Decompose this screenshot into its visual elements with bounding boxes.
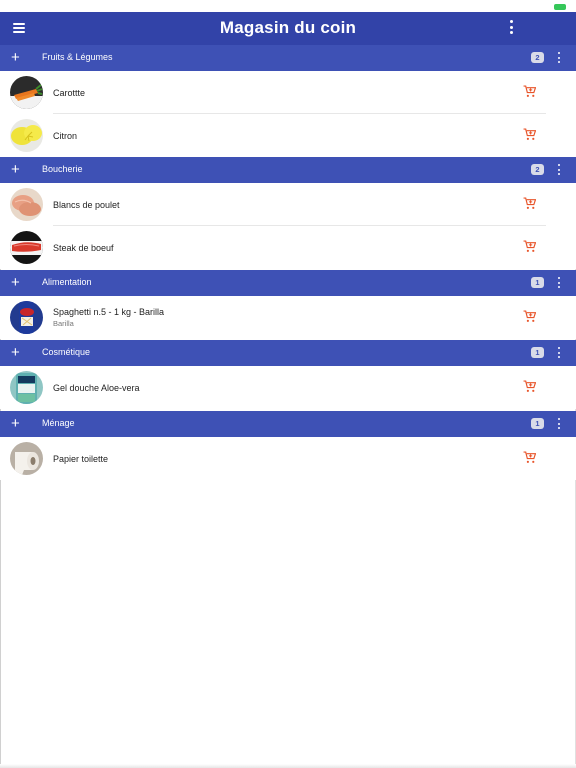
chicken-breast-photo [10, 188, 43, 221]
count-badge: 2 [531, 164, 544, 175]
more-vertical-icon[interactable] [557, 347, 561, 358]
section-header: + Cosmétique 1 [0, 340, 576, 366]
shower-gel-photo [10, 371, 43, 404]
toilet-paper-photo [10, 442, 43, 475]
list-item[interactable]: Citron [0, 114, 576, 157]
count-badge: 1 [531, 418, 544, 429]
section-boucherie: + Boucherie 2 Blancs de poulet Steak de … [0, 157, 576, 269]
more-vertical-icon[interactable] [557, 164, 561, 175]
count-badge: 1 [531, 277, 544, 288]
status-bar [0, 0, 576, 12]
list-item[interactable]: Gel douche Aloe-vera [0, 366, 576, 409]
add-to-cart-icon[interactable] [523, 197, 537, 210]
item-name: Papier toilette [53, 454, 109, 464]
list-item[interactable]: Papier toilette [0, 437, 576, 480]
more-vertical-icon[interactable] [557, 277, 561, 288]
section-menage: + Ménage 1 Papier toilette [0, 411, 576, 480]
battery-icon [554, 4, 566, 10]
section-alimentation: + Alimentation 1 Spaghetti n.5 - 1 kg - … [0, 270, 576, 339]
section-title: Alimentation [42, 277, 92, 287]
section-cosmetique: + Cosmétique 1 Gel douche Aloe-vera [0, 340, 576, 409]
count-badge: 2 [531, 52, 544, 63]
list-item[interactable]: Blancs de poulet [0, 183, 576, 226]
list-item[interactable]: Carottte [0, 71, 576, 114]
section-header: + Fruits & Légumes 2 [0, 45, 576, 71]
item-name: Citron [53, 131, 78, 141]
section-title: Ménage [42, 418, 75, 428]
section-header: + Alimentation 1 [0, 270, 576, 296]
item-name: Blancs de poulet [53, 200, 120, 210]
beef-steak-photo [10, 231, 43, 264]
list-item[interactable]: Spaghetti n.5 - 1 kg - Barilla Barilla [0, 296, 576, 339]
carrot-photo [10, 76, 43, 109]
item-name: Gel douche Aloe-vera [53, 383, 140, 393]
app-bar: Magasin du coin [0, 12, 576, 45]
list-item[interactable]: Steak de boeuf [0, 226, 576, 269]
add-icon[interactable]: + [11, 50, 23, 66]
app-title: Magasin du coin [219, 18, 357, 37]
more-vertical-icon[interactable] [508, 20, 514, 34]
section-title: Cosmétique [42, 347, 91, 357]
section-fruits-legumes: + Fruits & Légumes 2 Carottte Citron [0, 45, 576, 157]
section-title: Fruits & Légumes [42, 52, 113, 62]
add-to-cart-icon[interactable] [523, 240, 537, 253]
section-header: + Ménage 1 [0, 411, 576, 437]
add-to-cart-icon[interactable] [523, 310, 537, 323]
lemon-photo [10, 119, 43, 152]
section-title: Boucherie [42, 164, 83, 174]
add-icon[interactable]: + [11, 162, 23, 178]
item-name: Spaghetti n.5 - 1 kg - Barilla [53, 307, 165, 317]
spaghetti-package-photo [10, 301, 43, 334]
more-vertical-icon[interactable] [557, 52, 561, 63]
item-name: Steak de boeuf [53, 243, 114, 253]
section-header: + Boucherie 2 [0, 157, 576, 183]
bottom-edge [0, 764, 576, 768]
add-icon[interactable]: + [11, 275, 23, 291]
add-icon[interactable]: + [11, 345, 23, 361]
add-to-cart-icon[interactable] [523, 451, 537, 464]
item-brand: Barilla [53, 319, 74, 328]
count-badge: 1 [531, 347, 544, 358]
add-to-cart-icon[interactable] [523, 85, 537, 98]
more-vertical-icon[interactable] [557, 418, 561, 429]
add-to-cart-icon[interactable] [523, 128, 537, 141]
add-icon[interactable]: + [11, 416, 23, 432]
add-to-cart-icon[interactable] [523, 380, 537, 393]
item-name: Carottte [53, 88, 86, 98]
